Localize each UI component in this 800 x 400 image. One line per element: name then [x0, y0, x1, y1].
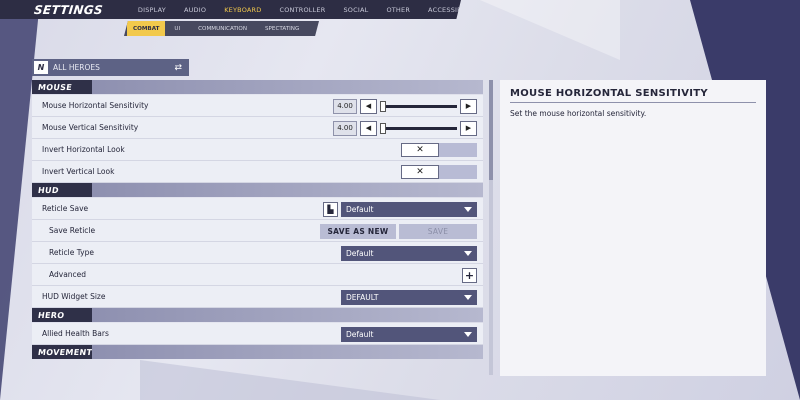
section-title: MOUSE — [37, 82, 77, 92]
tab-controller[interactable]: CONTROLLER — [270, 6, 334, 14]
page-title: SETTINGS — [33, 2, 104, 17]
chevron-down-icon — [464, 331, 472, 337]
setting-row-invert-horizontal-look[interactable]: Invert Horizontal Look ✕ — [32, 139, 483, 161]
increase-button[interactable]: ▶ — [460, 120, 477, 136]
setting-row-mouse-vertical-sensitivity[interactable]: Mouse Vertical Sensitivity 4.00 ◀ ▶ — [32, 117, 483, 139]
toggle-off-option[interactable]: ✕ — [401, 143, 439, 157]
section-title: HERO — [37, 310, 69, 320]
chevron-down-icon — [464, 250, 472, 256]
dropdown-value: DEFAULT — [346, 292, 379, 302]
description-panel: MOUSE HORIZONTAL SENSITIVITY Set the mou… — [500, 80, 766, 376]
hero-logo-icon: N — [34, 61, 48, 74]
setting-label: Reticle Save — [42, 204, 89, 213]
expand-button[interactable]: + — [462, 267, 477, 283]
sensitivity-slider[interactable] — [380, 99, 457, 114]
left-arrow-icon: ◀ — [365, 124, 372, 132]
setting-label: Reticle Type — [49, 248, 94, 257]
setting-label: Invert Vertical Look — [42, 167, 115, 176]
plus-icon: + — [464, 268, 475, 282]
sensitivity-slider[interactable] — [380, 121, 457, 136]
right-arrow-icon: ▶ — [465, 102, 472, 110]
description-title: MOUSE HORIZONTAL SENSITIVITY — [510, 88, 756, 103]
toggle-on-option[interactable] — [439, 143, 477, 157]
save-as-new-button[interactable]: SAVE AS NEW — [320, 223, 396, 239]
reticle-type-dropdown[interactable]: Default — [341, 245, 477, 261]
increase-button[interactable]: ▶ — [460, 98, 477, 114]
setting-row-reticle-save[interactable]: Reticle Save ▙ Default — [32, 198, 483, 220]
tab-audio[interactable]: AUDIO — [175, 6, 215, 14]
tab-keyboard[interactable]: KEYBOARD — [215, 6, 270, 14]
tab-accessibility[interactable]: ACCESSIBILITY — [419, 6, 461, 14]
sensitivity-value-field[interactable]: 4.00 — [333, 120, 357, 136]
setting-label: Save Reticle — [49, 226, 96, 235]
setting-row-invert-vertical-look[interactable]: Invert Vertical Look ✕ — [32, 161, 483, 183]
hero-selector-label: ALL HEROES — [53, 63, 100, 72]
section-header-movement: MOVEMENT — [32, 345, 483, 359]
settings-scrollbar[interactable] — [489, 80, 493, 375]
toggle-on-option[interactable] — [439, 165, 477, 179]
section-header-mouse: MOUSE — [32, 80, 483, 94]
setting-row-hud-widget-size[interactable]: HUD Widget Size DEFAULT — [32, 286, 483, 308]
allied-health-bars-dropdown[interactable]: Default — [341, 326, 477, 342]
section-header-hud: HUD — [32, 183, 483, 197]
setting-row-reticle-type[interactable]: Reticle Type Default — [32, 242, 483, 264]
setting-label: Invert Horizontal Look — [42, 145, 125, 154]
save-file-icon[interactable]: ▙ — [323, 201, 338, 217]
setting-row-save-reticle[interactable]: Save Reticle SAVE AS NEW SAVE — [32, 220, 483, 242]
left-arrow-icon: ◀ — [365, 102, 372, 110]
dropdown-value: Default — [346, 204, 374, 214]
slider-track — [380, 126, 457, 130]
setting-label: Advanced — [49, 270, 87, 279]
tab-other[interactable]: OTHER — [377, 6, 419, 14]
chevron-down-icon — [464, 206, 472, 212]
dropdown-value: Default — [346, 248, 374, 258]
setting-label: Mouse Vertical Sensitivity — [42, 123, 139, 132]
setting-row-allied-health-bars[interactable]: Allied Health Bars Default — [32, 323, 483, 345]
subtab-spectating[interactable]: SPECTATING — [256, 21, 308, 36]
hud-widget-size-dropdown[interactable]: DEFAULT — [341, 289, 477, 305]
sensitivity-value-field[interactable]: 4.00 — [333, 98, 357, 114]
section-title: HUD — [37, 185, 64, 195]
section-title: MOVEMENT — [37, 347, 97, 357]
decrease-button[interactable]: ◀ — [360, 120, 377, 136]
scrollbar-thumb[interactable] — [489, 80, 493, 180]
save-button[interactable]: SAVE — [399, 223, 477, 239]
subtab-combat[interactable]: COMBAT — [127, 21, 166, 36]
toggle-off-option[interactable]: ✕ — [401, 165, 439, 179]
decrease-button[interactable]: ◀ — [360, 98, 377, 114]
right-arrow-icon: ▶ — [465, 124, 472, 132]
dropdown-value: Default — [346, 329, 374, 339]
subtab-communication[interactable]: COMMUNICATION — [189, 21, 256, 36]
main-tabs: DISPLAY AUDIO KEYBOARD CONTROLLER SOCIAL… — [129, 6, 461, 14]
setting-row-advanced[interactable]: Advanced + — [32, 264, 483, 286]
close-icon: ✕ — [416, 145, 424, 155]
swap-icon[interactable]: ⇄ — [174, 63, 182, 73]
section-header-hero: HERO — [32, 308, 483, 322]
tab-display[interactable]: DISPLAY — [129, 6, 175, 14]
top-nav: SETTINGS DISPLAY AUDIO KEYBOARD CONTROLL… — [0, 0, 461, 19]
sub-tabs: COMBAT UI COMMUNICATION SPECTATING — [124, 21, 319, 36]
close-icon: ✕ — [416, 167, 424, 177]
setting-label: Allied Health Bars — [42, 329, 109, 338]
slider-thumb[interactable] — [380, 100, 386, 112]
chevron-down-icon — [464, 294, 472, 300]
invert-horizontal-toggle[interactable]: ✕ — [401, 143, 477, 157]
invert-vertical-toggle[interactable]: ✕ — [401, 165, 477, 179]
hero-selector[interactable]: N ALL HEROES ⇄ — [32, 59, 189, 76]
setting-label: Mouse Horizontal Sensitivity — [42, 101, 149, 110]
tab-social[interactable]: SOCIAL — [334, 6, 377, 14]
slider-track — [380, 104, 457, 108]
setting-row-mouse-horizontal-sensitivity[interactable]: Mouse Horizontal Sensitivity 4.00 ◀ ▶ — [32, 95, 483, 117]
reticle-save-dropdown[interactable]: Default — [341, 201, 477, 217]
description-text: Set the mouse horizontal sensitivity. — [510, 109, 647, 118]
settings-list: MOUSE Mouse Horizontal Sensitivity 4.00 … — [32, 80, 483, 375]
setting-label: HUD Widget Size — [42, 292, 106, 301]
slider-thumb[interactable] — [380, 122, 386, 134]
subtab-ui[interactable]: UI — [165, 21, 189, 36]
